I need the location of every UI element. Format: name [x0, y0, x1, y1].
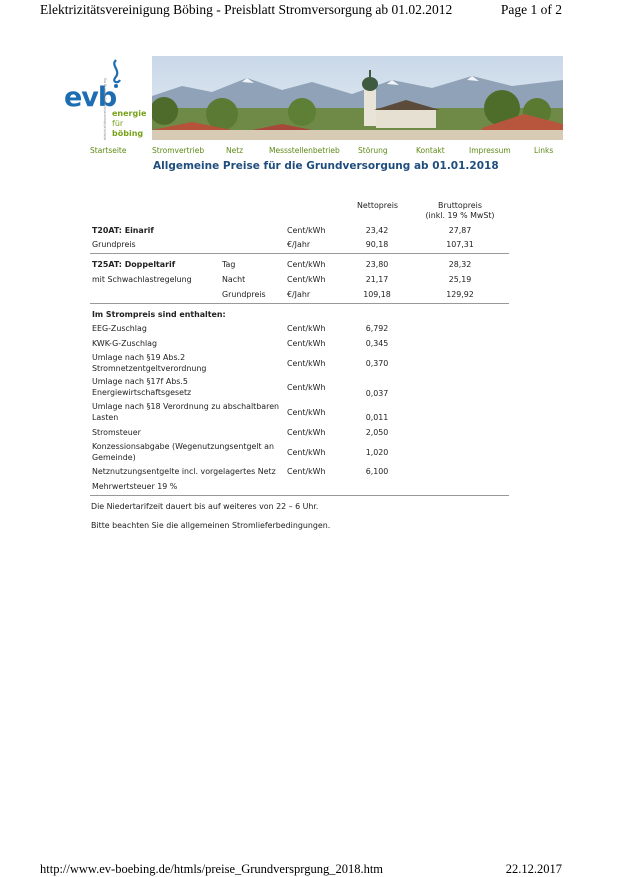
t20-net-2: 90,18 [365, 240, 389, 249]
inc-3-val: 0,037 [365, 389, 389, 398]
t25-label-1: Tag [222, 260, 236, 269]
t20-gross-2: 107,31 [446, 240, 474, 249]
nav-kontakt[interactable]: Kontakt [416, 146, 445, 155]
inc-8-label: Mehrwertsteuer 19 % [92, 482, 178, 491]
inc-6-label2: Gemeinde) [92, 453, 136, 462]
included-heading: Im Strompreis sind enthalten: [92, 310, 226, 319]
page-title: Allgemeine Preise für die Grundversorgun… [153, 160, 499, 172]
inc-3-unit: Cent/kWh [287, 383, 326, 392]
t20-net-1: 23,42 [365, 226, 389, 235]
inc-4-label2: Lasten [92, 413, 119, 422]
inc-3-label: Umlage nach §17f Abs.5 [92, 377, 188, 386]
t25-net-3: 109,18 [363, 290, 391, 299]
nav-links[interactable]: Links [534, 146, 553, 155]
note-low-tariff: Die Niedertarifzeit dauert bis auf weite… [91, 502, 319, 511]
nav-stromvertrieb[interactable]: Stromvertrieb [152, 146, 204, 155]
t20-gross-1: 27,87 [448, 226, 472, 235]
t25-gross-2: 25,19 [448, 275, 472, 284]
t25-net-1: 23,80 [365, 260, 389, 269]
logo-line3: böbing [112, 129, 143, 138]
t25-unit-2: Cent/kWh [287, 275, 326, 284]
print-footer-url: http://www.ev-boebing.de/htmls/preise_Gr… [40, 862, 384, 876]
t20-name: T20AT: Einarif [92, 226, 154, 235]
nav-netz[interactable]: Netz [226, 146, 243, 155]
inc-6-label: Konzessionsabgabe (Wegenutzungsentgelt a… [92, 442, 274, 451]
inc-2-val: 0,370 [365, 359, 389, 368]
inc-7-val: 6,100 [365, 467, 389, 476]
inc-6-val: 1,020 [365, 448, 389, 457]
nav-messstellenbetrieb[interactable]: Messstellenbetrieb [269, 146, 340, 155]
inc-5-val: 2,050 [365, 428, 389, 437]
inc-1-label: KWK-G-Zuschlag [92, 339, 158, 348]
logo-vertical-text: elektrizitätsvereinigung böbing eg [103, 78, 107, 140]
t20-unit-1: Cent/kWh [287, 226, 326, 235]
t25-label-2: Nacht [222, 275, 246, 284]
t25-gross-3: 129,92 [446, 290, 474, 299]
head-net: Nettopreis [357, 201, 399, 210]
t25-gross-1: 28,32 [448, 260, 472, 269]
inc-4-unit: Cent/kWh [287, 408, 326, 417]
inc-5-unit: Cent/kWh [287, 428, 326, 437]
inc-4-val: 0,011 [365, 413, 389, 422]
nav-impressum[interactable]: Impressum [469, 146, 511, 155]
nav-stoerung[interactable]: Störung [358, 146, 388, 155]
banner-image [152, 56, 563, 140]
inc-3-label2: Energiewirtschaftsgesetz [92, 388, 192, 397]
print-header-page-number: Page 1 of 2 [500, 2, 562, 17]
t25-sub: mit Schwachlastregelung [92, 275, 192, 284]
inc-5-label: Stromsteuer [92, 428, 141, 437]
logo-line1: energie [112, 109, 146, 118]
inc-4-label: Umlage nach §18 Verordnung zu abschaltba… [92, 402, 280, 411]
t25-net-2: 21,17 [365, 275, 389, 284]
inc-0-val: 6,792 [365, 324, 389, 333]
head-gross-sub: (inkl. 19 % MwSt) [425, 211, 495, 220]
inc-2-label2: Stromnetzentgeltverordnung [92, 364, 207, 373]
divider [90, 495, 509, 496]
main-navigation: Startseite Stromvertrieb Netz Messstelle… [0, 146, 620, 158]
note-terms[interactable]: Bitte beachten Sie die allgemeinen Strom… [91, 521, 330, 530]
t20-label-2: Grundpreis [92, 240, 136, 249]
logo-line2: für [112, 119, 124, 128]
logo-mark: evb [64, 82, 117, 113]
t25-unit-1: Cent/kWh [287, 260, 326, 269]
inc-0-unit: Cent/kWh [287, 324, 326, 333]
inc-7-unit: Cent/kWh [287, 467, 326, 476]
t25-unit-3: €/Jahr [287, 290, 311, 299]
evb-logo-graphic: evb energie für böbing elektrizitätsvere… [64, 59, 147, 140]
nav-startseite[interactable]: Startseite [90, 146, 126, 155]
inc-7-label: Netznutzungsentgelte incl. vorgelagertes… [92, 467, 276, 476]
inc-6-unit: Cent/kWh [287, 448, 326, 457]
inc-2-label: Umlage nach §19 Abs.2 [92, 353, 186, 362]
t25-label-3: Grundpreis [222, 290, 266, 299]
divider [90, 253, 509, 254]
divider [90, 303, 509, 304]
evb-logo[interactable]: evb energie für böbing elektrizitätsvere… [60, 56, 147, 142]
print-footer-date: 22.12.2017 [505, 862, 562, 876]
print-header-title: Elektrizitätsvereinigung Böbing - Preisb… [40, 2, 453, 17]
inc-0-label: EEG-Zuschlag [92, 324, 147, 333]
inc-1-unit: Cent/kWh [287, 339, 326, 348]
inc-1-val: 0,345 [365, 339, 389, 348]
inc-2-unit: Cent/kWh [287, 359, 326, 368]
head-gross: Bruttopreis [438, 201, 482, 210]
t20-unit-2: €/Jahr [287, 240, 311, 249]
t25-name: T25AT: Doppeltarif [92, 260, 176, 269]
